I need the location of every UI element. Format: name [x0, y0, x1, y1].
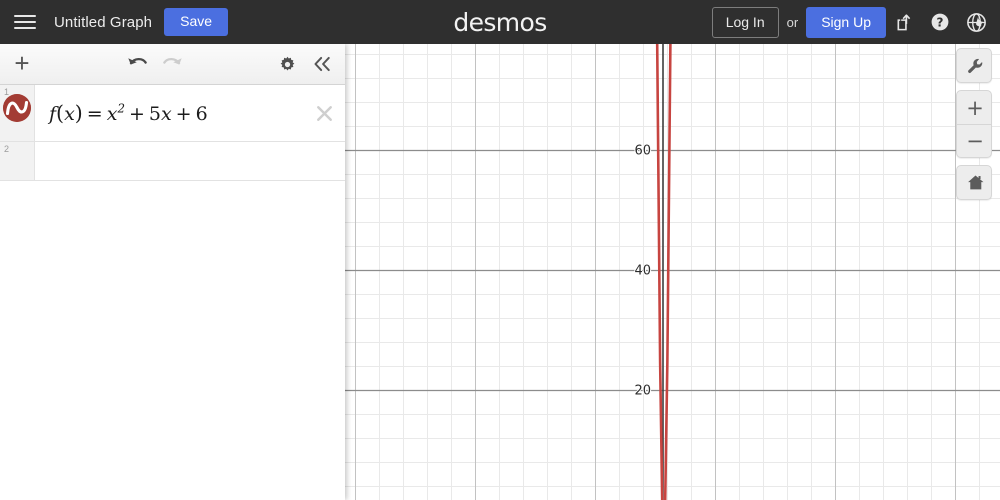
- math-function-name: f: [49, 103, 57, 125]
- graph-settings-button[interactable]: [270, 44, 304, 84]
- log-in-button[interactable]: Log In: [711, 6, 779, 38]
- settings-button-group: [956, 48, 992, 83]
- math-plus-1: +: [128, 103, 145, 125]
- expression-row-number: 2: [4, 144, 10, 154]
- undo-button[interactable]: [120, 44, 156, 84]
- redo-arrow-icon: [163, 57, 182, 65]
- expression-math: f(x) = x2 +5x +6: [49, 101, 208, 125]
- header-right-controls: Log In or Sign Up ?: [711, 0, 1000, 44]
- hamburger-bar: [14, 21, 36, 23]
- save-button[interactable]: Save: [164, 7, 229, 37]
- question-mark-icon[interactable]: ?: [922, 0, 958, 44]
- home-icon[interactable]: [957, 166, 991, 199]
- math-exponent: 2: [117, 101, 125, 116]
- hamburger-bar: [14, 15, 36, 17]
- collapse-panel-button[interactable]: [305, 44, 339, 84]
- y-tick-label-60: 60: [634, 143, 651, 158]
- globe-icon[interactable]: [958, 0, 994, 44]
- expression-row-gutter: 2: [0, 142, 35, 180]
- double-chevron-left-icon: [313, 56, 330, 72]
- math-variable-2: x: [160, 103, 172, 125]
- graph-canvas[interactable]: 60 40 20 + −: [345, 44, 1000, 500]
- zoom-button-group: + −: [956, 90, 992, 158]
- math-open-paren: (: [56, 101, 65, 125]
- sign-up-button[interactable]: Sign Up: [806, 6, 886, 38]
- function-curve: [655, 44, 672, 500]
- curve-graph-icon[interactable]: [3, 94, 31, 122]
- gear-icon: [280, 56, 294, 71]
- math-variable: x: [64, 103, 75, 125]
- share-icon[interactable]: [886, 0, 922, 44]
- expression-row[interactable]: 2: [0, 142, 345, 181]
- graph-title[interactable]: Untitled Graph: [54, 14, 152, 31]
- add-expression-button[interactable]: +: [0, 43, 44, 86]
- redo-button[interactable]: [154, 44, 190, 84]
- top-header-bar: Untitled Graph Save desmos Log In or Sig…: [0, 0, 1000, 44]
- expression-row[interactable]: 1 f(x) = x2 +5x +6: [0, 85, 345, 142]
- close-x-icon[interactable]: [311, 100, 337, 126]
- y-tick-label-40: 40: [634, 263, 651, 278]
- math-close-paren: ): [74, 101, 83, 125]
- graph-control-buttons: + −: [956, 48, 992, 200]
- expression-toolbar: +: [0, 44, 345, 85]
- math-coefficient: 5: [148, 103, 161, 125]
- expression-row-content[interactable]: f(x) = x2 +5x +6: [35, 85, 345, 141]
- home-button-group: [956, 165, 992, 200]
- or-label: or: [786, 14, 799, 30]
- hamburger-menu-icon[interactable]: [4, 0, 46, 44]
- undo-arrow-icon: [128, 57, 147, 65]
- math-plus-2: +: [175, 103, 192, 125]
- y-tick-label-20: 20: [634, 383, 651, 398]
- hamburger-bar: [14, 27, 36, 29]
- desmos-logo[interactable]: desmos: [453, 8, 547, 37]
- svg-text:?: ?: [937, 16, 944, 30]
- expression-list: 1 f(x) = x2 +5x +6 2: [0, 85, 345, 500]
- wrench-icon[interactable]: [957, 49, 991, 82]
- expression-row-content[interactable]: [35, 142, 345, 180]
- math-constant: 6: [195, 103, 208, 125]
- zoom-out-button[interactable]: −: [957, 124, 991, 157]
- zoom-in-button[interactable]: +: [957, 91, 991, 124]
- expression-row-gutter: 1: [0, 85, 35, 141]
- expression-panel: + 1 f(x) = x2 + 5x + 6 2: [0, 44, 345, 500]
- math-base: x: [106, 103, 118, 125]
- math-equals: =: [86, 103, 103, 125]
- desmos-calculator-app: Untitled Graph Save desmos Log In or Sig…: [0, 0, 1000, 500]
